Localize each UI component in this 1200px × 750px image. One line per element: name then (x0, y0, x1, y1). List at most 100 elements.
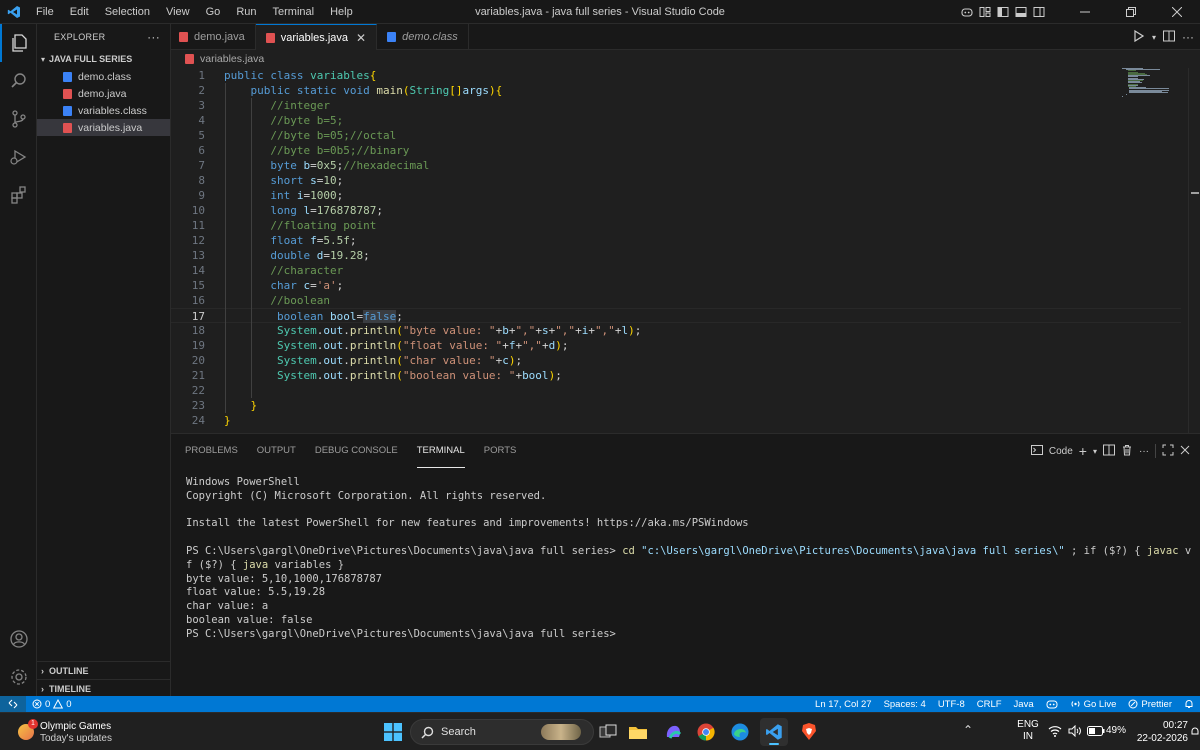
notification-icon[interactable] (1191, 727, 1199, 740)
battery-icon[interactable] (1087, 726, 1105, 739)
menu-item-terminal[interactable]: Terminal (265, 0, 323, 24)
volume-icon[interactable] (1068, 724, 1082, 740)
menu-item-file[interactable]: File (28, 0, 62, 24)
search-icon[interactable] (0, 62, 37, 100)
code-line[interactable]: 9 int i=1000; (171, 188, 1181, 203)
code-line[interactable]: 23 } (171, 398, 1181, 413)
breadcrumb-file[interactable]: variables.java (200, 53, 264, 65)
chevron-down-icon[interactable]: ▾ (1152, 33, 1156, 42)
chrome-icon[interactable] (694, 720, 718, 744)
run-debug-icon[interactable] (0, 138, 37, 176)
menu-item-help[interactable]: Help (322, 0, 361, 24)
code-editor[interactable]: 1 public class variables{2 public static … (171, 68, 1200, 433)
split-editor-icon[interactable] (1162, 29, 1176, 46)
code-line[interactable]: 17 boolean bool=false; (171, 308, 1181, 323)
show-hidden-icons-chevron-icon[interactable]: ⌃ (963, 723, 973, 737)
code-line[interactable]: 21 System.out.println("boolean value: "+… (171, 368, 1181, 383)
file-item[interactable]: variables.class (37, 102, 170, 119)
code-line[interactable]: 10 long l=176878787; (171, 203, 1181, 218)
code-line[interactable]: 12 float f=5.5f; (171, 233, 1181, 248)
code-line[interactable]: 18 System.out.println("byte value: "+b+"… (171, 323, 1181, 338)
editor-tab[interactable]: demo.java (171, 24, 256, 50)
task-view-icon[interactable] (596, 720, 620, 744)
code-line[interactable]: 5 //byte b=05;//octal (171, 128, 1181, 143)
settings-gear-icon[interactable] (0, 658, 37, 696)
editor-scrollbar[interactable] (1188, 68, 1200, 433)
minimize-button[interactable] (1062, 0, 1108, 24)
news-widget[interactable]: 1 Olympic Games Today's updates (18, 719, 118, 745)
maximize-panel-icon[interactable] (1162, 444, 1174, 459)
clock[interactable]: 00:27 22-02-2026 (1130, 719, 1188, 745)
extensions-icon[interactable] (0, 176, 37, 214)
new-terminal-icon[interactable]: + (1079, 443, 1087, 459)
menu-item-go[interactable]: Go (198, 0, 229, 24)
code-line[interactable]: 15 char c='a'; (171, 278, 1181, 293)
close-tab-icon[interactable]: ✕ (356, 31, 366, 45)
file-item[interactable]: variables.java (37, 119, 170, 136)
chevron-down-icon[interactable]: ▾ (1093, 447, 1097, 456)
code-line[interactable]: 19 System.out.println("float value: "+f+… (171, 338, 1181, 353)
edge-icon[interactable] (728, 720, 752, 744)
panel-tab-terminal[interactable]: TERMINAL (416, 434, 465, 468)
encoding[interactable]: UTF-8 (932, 699, 971, 710)
copilot-status-icon[interactable] (1040, 699, 1064, 709)
more-actions-icon[interactable]: ··· (1182, 30, 1194, 44)
remote-icon[interactable] (0, 696, 26, 712)
toggle-panel-icon[interactable] (1012, 0, 1030, 24)
file-item[interactable]: demo.java (37, 85, 170, 102)
code-line[interactable]: 11 //floating point (171, 218, 1181, 233)
panel-tab-problems[interactable]: PROBLEMS (185, 434, 238, 468)
account-icon[interactable] (0, 620, 37, 658)
code-line[interactable]: 2 public static void main(String[]args){ (171, 83, 1181, 98)
explorer-more-actions[interactable]: ··· (147, 30, 160, 44)
toggle-secondary-sidebar-icon[interactable] (1030, 0, 1048, 24)
code-line[interactable]: 7 byte b=0x5;//hexadecimal (171, 158, 1181, 173)
close-window-button[interactable] (1154, 0, 1200, 24)
code-line[interactable]: 22 (171, 383, 1181, 398)
code-line[interactable]: 6 //byte b=0b5;//binary (171, 143, 1181, 158)
indentation[interactable]: Spaces: 4 (878, 699, 932, 710)
code-line[interactable]: 4 //byte b=5; (171, 113, 1181, 128)
more-actions-icon[interactable]: ··· (1139, 446, 1149, 457)
prettier-status[interactable]: Prettier (1122, 699, 1178, 710)
menu-item-view[interactable]: View (158, 0, 198, 24)
code-line[interactable]: 13 double d=19.28; (171, 248, 1181, 263)
code-line[interactable]: 24} (171, 413, 1181, 428)
code-line[interactable]: 1 public class variables{ (171, 68, 1181, 83)
cursor-position[interactable]: Ln 17, Col 27 (809, 699, 878, 710)
go-live-button[interactable]: Go Live (1064, 699, 1123, 710)
file-item[interactable]: demo.class (37, 68, 170, 85)
run-icon[interactable] (1132, 29, 1146, 46)
source-control-icon[interactable] (0, 100, 37, 138)
copilot-icon[interactable] (958, 0, 976, 24)
minimap[interactable] (1122, 68, 1170, 98)
terminal-name[interactable]: Code (1049, 446, 1073, 457)
code-line[interactable]: 20 System.out.println("char value: "+c); (171, 353, 1181, 368)
editor-tab[interactable]: demo.class (377, 24, 469, 50)
panel-tab-debug-console[interactable]: DEBUG CONSOLE (315, 434, 398, 468)
restore-button[interactable] (1108, 0, 1154, 24)
panel-tab-output[interactable]: OUTPUT (257, 434, 296, 468)
customize-layout-icon[interactable] (976, 0, 994, 24)
close-panel-icon[interactable] (1180, 445, 1190, 458)
toggle-sidebar-icon[interactable] (994, 0, 1012, 24)
explorer-icon[interactable] (0, 24, 37, 62)
language-mode[interactable]: Java (1008, 699, 1040, 710)
language-indicator[interactable]: ENG IN (1016, 719, 1040, 743)
panel-tab-ports[interactable]: PORTS (484, 434, 517, 468)
notifications-bell-icon[interactable] (1178, 699, 1200, 709)
windows-start-icon[interactable] (381, 720, 405, 744)
problems-indicator[interactable]: 0 0 (26, 699, 78, 710)
menu-item-edit[interactable]: Edit (62, 0, 97, 24)
workspace-folder[interactable]: ▾ JAVA FULL SERIES (37, 50, 170, 68)
trash-icon[interactable] (1121, 444, 1133, 459)
vscode-taskbar-icon[interactable] (760, 718, 788, 746)
wifi-icon[interactable] (1048, 725, 1062, 740)
code-line[interactable]: 8 short s=10; (171, 173, 1181, 188)
terminal-output[interactable]: Windows PowerShell Copyright (C) Microsof… (186, 476, 1191, 642)
file-explorer-icon[interactable] (626, 720, 650, 744)
code-line[interactable]: 3 //integer (171, 98, 1181, 113)
timeline-section[interactable]: › TIMELINE (37, 679, 171, 697)
menu-item-run[interactable]: Run (228, 0, 264, 24)
editor-tab[interactable]: variables.java ✕ (255, 24, 378, 50)
